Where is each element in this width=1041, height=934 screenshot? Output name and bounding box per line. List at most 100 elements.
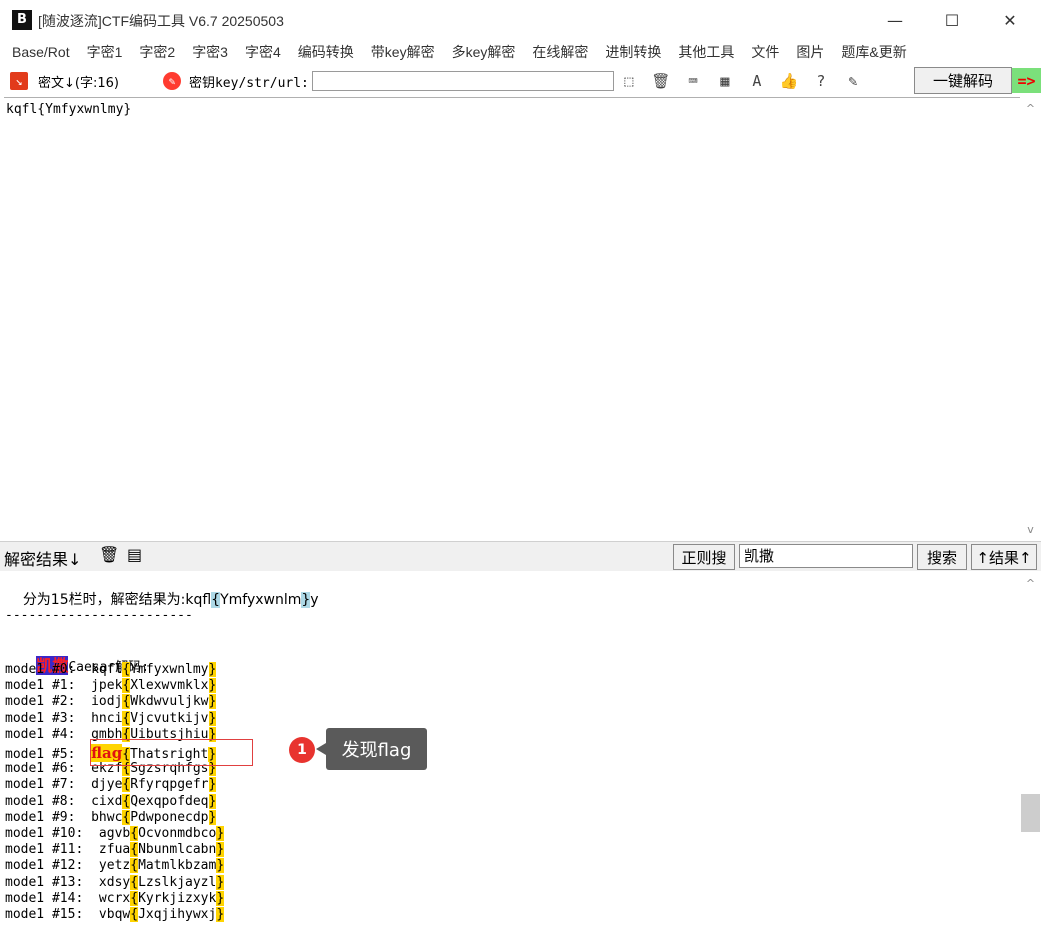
- brace-highlight: {: [211, 592, 221, 608]
- mode-inner: Matmlkbzam: [138, 858, 217, 874]
- terminal-icon[interactable]: ⌨: [681, 69, 705, 93]
- brace-highlight: }: [216, 907, 225, 922]
- thumbs-up-icon[interactable]: 👍: [777, 69, 801, 93]
- scroll-thumb[interactable]: [1021, 794, 1040, 832]
- menu-encoding-convert[interactable]: 编码转换: [298, 42, 354, 62]
- key-label: 密钥key/str/url:: [188, 75, 309, 91]
- table-icon[interactable]: ▦: [713, 69, 737, 93]
- menu-image[interactable]: 图片: [796, 42, 824, 62]
- output-divider: ------------------------: [5, 608, 193, 623]
- edit-icon[interactable]: ✎: [841, 69, 865, 93]
- mode-inner: Ymfyxwnlmy: [130, 662, 209, 677]
- brace-highlight: }: [208, 809, 217, 825]
- minimize-button[interactable]: —: [872, 6, 918, 34]
- brace-highlight: {: [130, 874, 139, 890]
- result-up-button[interactable]: ↑结果↑: [971, 544, 1037, 570]
- mode-inner: Vjcvutkijv: [130, 710, 209, 726]
- mode-inner: Nbunmlcabn: [138, 842, 217, 858]
- mode-inner: Ocvonmdbco: [138, 826, 217, 841]
- help-icon[interactable]: ?: [809, 69, 833, 93]
- mode-prefix: jpek: [91, 678, 123, 694]
- mode-label: mode1 #2:: [5, 694, 92, 710]
- mode-inner: Lzslkjayzl: [138, 874, 217, 890]
- download-icon[interactable]: ↘: [10, 72, 28, 90]
- mode-label: mode1 #13:: [5, 874, 99, 890]
- menu-file[interactable]: 文件: [751, 42, 779, 62]
- decrypt-output-area[interactable]: 分为15栏时，解密结果为:kqfl{Ymfyxwnlm}y ----------…: [4, 572, 1020, 934]
- mode-label: mode1 #14:: [5, 890, 99, 906]
- brace-highlight: }: [208, 710, 217, 726]
- brace-highlight: }: [208, 678, 217, 694]
- menu-multi-key-decrypt[interactable]: 多key解密: [452, 42, 516, 62]
- scroll-up-icon[interactable]: ^: [1020, 574, 1041, 592]
- regex-search-button[interactable]: 正则搜: [673, 544, 735, 570]
- one-click-decode-button[interactable]: 一键解码: [914, 67, 1012, 94]
- mode-prefix: wcrx: [98, 890, 131, 906]
- ciphertext-scrollbar[interactable]: ^ v: [1020, 97, 1041, 540]
- caesar-mode-line: mode1 #11: zfua{Nbunmlcabn}: [5, 842, 225, 858]
- key-input[interactable]: [311, 71, 614, 91]
- mode-label: mode1 #11:: [5, 842, 99, 858]
- output-scrollbar[interactable]: ^: [1020, 572, 1041, 934]
- mode-prefix: kqfl: [91, 662, 123, 677]
- mode-inner: Kyrkjizxyk: [138, 890, 217, 906]
- font-icon[interactable]: A: [745, 69, 769, 93]
- menu-zimi4[interactable]: 字密4: [245, 42, 281, 62]
- brace-highlight: }: [208, 662, 217, 677]
- annotation-number-badge: 1: [289, 737, 315, 763]
- maximize-button[interactable]: ☐: [929, 6, 975, 34]
- mode-prefix: bhwc: [91, 809, 123, 825]
- menu-base-convert[interactable]: 进制转换: [605, 42, 661, 62]
- mode-label: mode1 #6:: [5, 761, 92, 777]
- mode-label: mode1 #1:: [5, 678, 92, 694]
- mode-inner: Pdwponecdp: [130, 809, 209, 825]
- scroll-up-icon[interactable]: ^: [1020, 99, 1041, 117]
- mode-inner: Jxqjihywxj: [138, 907, 217, 922]
- ciphertext-area[interactable]: kqfl{Ymfyxwnlmy}: [4, 97, 1020, 540]
- mode-prefix: xdsy: [98, 874, 131, 890]
- search-button[interactable]: 搜索: [917, 544, 967, 570]
- mode-prefix: yetz: [98, 858, 131, 874]
- arrow-button[interactable]: =>: [1012, 68, 1041, 93]
- mode-prefix: agvb: [98, 826, 131, 841]
- eraser-icon[interactable]: ✎: [162, 72, 181, 90]
- caesar-mode-line: mode1 #7: djye{Rfyrqpgefr}: [5, 777, 217, 793]
- mode-label: mode1 #0:: [5, 662, 92, 677]
- close-button[interactable]: ✕: [987, 6, 1033, 34]
- trash-icon[interactable]: 🗑: [99, 545, 119, 564]
- menu-zimi2[interactable]: 字密2: [139, 42, 175, 62]
- brace-highlight: }: [301, 592, 311, 608]
- annotation-callout: 发现flag: [316, 728, 427, 770]
- caesar-mode-line: mode1 #3: hnci{Vjcvutkijv}: [5, 710, 217, 727]
- caesar-mode-line: mode1 #15: vbqw{Jxqjihywxj}: [5, 907, 225, 923]
- menu-key-decrypt[interactable]: 带key解密: [371, 42, 435, 62]
- menu-base-rot[interactable]: Base/Rot: [12, 44, 70, 60]
- brace-highlight: }: [208, 694, 217, 710]
- mode-inner: Xlexwvmklx: [130, 678, 209, 694]
- caesar-mode-line: mode1 #12: yetz{Matmlkbzam}: [5, 858, 225, 874]
- caesar-mode-line: mode1 #10: agvb{Ocvonmdbco}: [5, 826, 225, 842]
- menu-online-decrypt[interactable]: 在线解密: [532, 42, 588, 62]
- app-logo-icon: B: [12, 10, 32, 30]
- trash-icon[interactable]: 🗑: [649, 69, 673, 93]
- title-bar: B [随波逐流]CTF编码工具 V6.7 20250503 — ☐ ✕: [0, 0, 1041, 40]
- menu-bar: Base/Rot 字密1 字密2 字密3 字密4 编码转换 带key解密 多ke…: [0, 40, 1041, 64]
- copy-icon[interactable]: ▤: [127, 545, 142, 564]
- menu-question-bank-update[interactable]: 题库&更新: [841, 42, 906, 62]
- menu-zimi1[interactable]: 字密1: [87, 42, 123, 62]
- mode-prefix: iodj: [91, 694, 123, 710]
- brace-highlight: {: [130, 842, 139, 858]
- output-text: 分为15栏时，解密结果为:kqfl: [22, 592, 212, 608]
- scroll-down-icon[interactable]: v: [1020, 520, 1041, 538]
- menu-zimi3[interactable]: 字密3: [192, 42, 228, 62]
- toolbar: ↘ 密文↓(字:16) ✎ 密钥key/str/url: ⬚ 🗑 ⌨ ▦ A 👍…: [0, 66, 1041, 96]
- menu-other-tools[interactable]: 其他工具: [678, 42, 734, 62]
- brace-highlight: }: [208, 793, 217, 809]
- brace-highlight: }: [216, 890, 225, 906]
- mode-label: mode1 #7:: [5, 777, 92, 793]
- mode-prefix: cixd: [91, 793, 123, 809]
- window-title: [随波逐流]CTF编码工具 V6.7 20250503: [38, 13, 284, 29]
- cursor-icon[interactable]: ⬚: [617, 69, 641, 93]
- search-input[interactable]: 凯撒: [739, 544, 913, 568]
- caesar-mode-line: mode1 #13: xdsy{Lzslkjayzl}: [5, 874, 225, 891]
